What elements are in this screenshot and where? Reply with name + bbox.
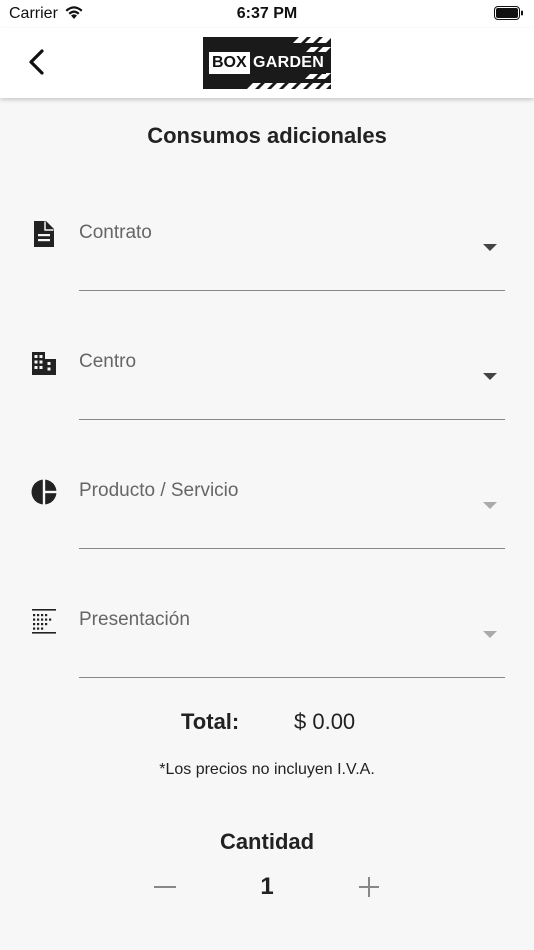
grid-list-icon bbox=[30, 607, 58, 635]
tax-note: *Los precios no incluyen I.V.A. bbox=[159, 761, 375, 778]
center-dropdown[interactable]: Centro bbox=[0, 349, 534, 429]
decrease-quantity-button[interactable] bbox=[150, 872, 180, 902]
back-button[interactable] bbox=[20, 44, 54, 80]
center-underline bbox=[79, 419, 505, 420]
presentation-underline bbox=[79, 677, 505, 678]
battery-icon bbox=[494, 6, 524, 20]
building-icon bbox=[30, 349, 58, 377]
presentation-dropdown[interactable]: Presentación bbox=[0, 607, 534, 687]
center-label: Centro bbox=[79, 351, 137, 372]
quantity-value: 1 bbox=[260, 873, 274, 900]
plus-icon bbox=[359, 877, 379, 897]
product-service-underline bbox=[79, 548, 505, 549]
product-service-label: Producto / Servicio bbox=[79, 480, 239, 501]
status-time: 6:37 PM bbox=[236, 5, 298, 22]
navigation-bar: BOX GARDEN bbox=[0, 28, 534, 98]
chevron-left-icon bbox=[29, 49, 44, 75]
product-service-dropdown[interactable]: Producto / Servicio bbox=[0, 478, 534, 558]
contract-dropdown[interactable]: Contrato bbox=[0, 220, 534, 300]
chevron-down-icon[interactable] bbox=[482, 369, 498, 380]
pie-chart-icon bbox=[30, 478, 58, 506]
page-title: Consumos adicionales bbox=[147, 123, 387, 148]
minus-icon bbox=[154, 886, 176, 888]
increase-quantity-button[interactable] bbox=[354, 872, 384, 902]
contract-label: Contrato bbox=[79, 222, 152, 243]
logo-text-box: BOX bbox=[209, 52, 250, 74]
logo-text-garden: GARDEN bbox=[251, 52, 327, 74]
total-value: $ 0.00 bbox=[294, 709, 356, 734]
total-label: Total: bbox=[181, 709, 240, 734]
contract-underline bbox=[79, 290, 505, 291]
box-garden-logo: BOX GARDEN bbox=[203, 37, 331, 89]
status-bar: Carrier 6:37 PM bbox=[0, 0, 534, 28]
chevron-down-icon[interactable] bbox=[482, 627, 498, 638]
document-icon bbox=[30, 220, 58, 248]
chevron-down-icon[interactable] bbox=[482, 240, 498, 251]
quantity-label: Cantidad bbox=[219, 829, 315, 854]
presentation-label: Presentación bbox=[79, 609, 190, 630]
chevron-down-icon[interactable] bbox=[482, 498, 498, 509]
